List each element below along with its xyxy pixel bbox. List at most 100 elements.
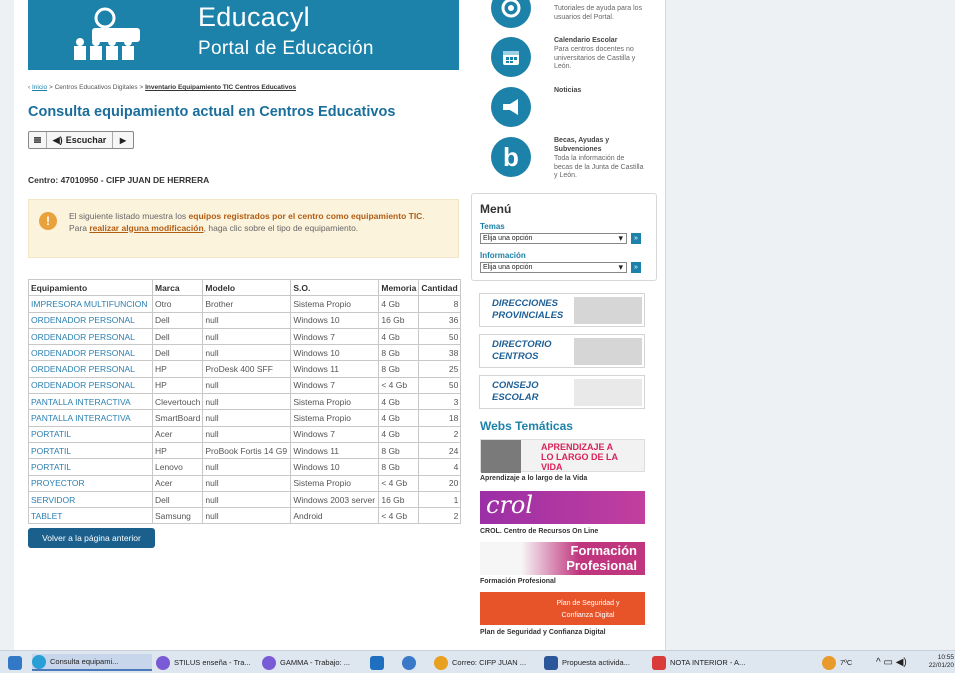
cell-memoria: 4 Gb <box>378 409 420 427</box>
people-image <box>574 379 642 406</box>
table-row[interactable]: PANTALLA INTERACTIVA Clevertouch null Siste… <box>28 393 462 411</box>
banner-consejo-label: CONSEJO ESCOLAR <box>492 380 539 403</box>
breadcrumb-current[interactable]: Inventario Equipamiento TIC Centros Educ… <box>145 84 296 91</box>
taskbar-item-label: Propuesta activida... <box>562 658 630 667</box>
taskbar-item-label: STILUS enseña - Tra... <box>174 658 251 667</box>
web-fp[interactable]: Formación Profesional <box>480 542 645 575</box>
breadcrumb-home[interactable]: Inicio <box>32 84 47 91</box>
play-icon: ▶ <box>119 135 127 145</box>
back-button[interactable]: Volver a la página anterior <box>28 528 155 548</box>
start-button[interactable] <box>8 654 26 671</box>
cell-equipamiento[interactable]: PORTATIL <box>28 425 153 443</box>
cell-marca: Dell <box>151 490 204 509</box>
taskbar-item-correo[interactable]: Correo: CIFP JUAN ... <box>434 654 534 671</box>
taskbar-item-app[interactable] <box>402 654 420 671</box>
cell-memoria: 8 Gb <box>378 458 420 476</box>
portal-banner[interactable]: Educacyl Portal de Educación <box>28 0 459 70</box>
quick-link-title: Noticias <box>554 87 582 94</box>
table-row[interactable]: SERVIDOR Dell null Windows 2003 server 16 Gb… <box>28 490 462 509</box>
info-go-button[interactable]: » <box>631 262 641 273</box>
left-margin <box>0 0 14 650</box>
taskbar-item-label: Consulta equipami... <box>50 657 119 666</box>
right-background <box>665 0 955 650</box>
info-select[interactable]: Elija una opción <box>480 262 627 273</box>
system-tray[interactable]: ^ ▭ ◀) <box>876 654 907 671</box>
banner-consejo[interactable]: CONSEJO ESCOLAR <box>479 375 645 409</box>
cell-marca: Acer <box>151 425 204 443</box>
cell-equipamiento[interactable]: PROYECTOR <box>28 474 153 492</box>
taskbar-item-label: NOTA INTERIOR - A... <box>670 658 746 667</box>
play-button[interactable]: ▶ <box>113 132 133 148</box>
clock[interactable]: 10:55 22/01/20 <box>920 654 954 671</box>
temas-go-button[interactable]: » <box>631 233 641 244</box>
cell-so: Windows 7 <box>290 327 380 346</box>
table-row[interactable]: ORDENADOR PERSONAL Dell null Windows 10 16 G… <box>28 311 462 329</box>
table-row[interactable]: PORTATIL HP ProBook Fortis 14 G9 Windows 11… <box>28 441 462 460</box>
table-row[interactable]: TABLET Samsung null Android < 4 Gb 2 <box>28 507 462 525</box>
chrome-icon <box>434 655 448 670</box>
web-crol[interactable]: crol <box>480 491 645 524</box>
header-cantidad: Cantidad <box>418 278 462 297</box>
taskbar-item-mail[interactable] <box>370 654 388 671</box>
web-seguridad[interactable]: Plan de Seguridad y Confianza Digital <box>480 592 645 625</box>
taskbar-item-stilus[interactable]: STILUS enseña - Tra... <box>156 654 256 671</box>
browser-icon <box>32 654 46 669</box>
taskbar-item-pdf[interactable]: NOTA INTERIOR - A... <box>652 654 752 671</box>
table-row[interactable]: ORDENADOR PERSONAL Dell null Windows 10 8 Gb… <box>28 344 462 362</box>
cell-equipamiento[interactable]: ORDENADOR PERSONAL <box>28 360 153 378</box>
cell-equipamiento[interactable]: ORDENADOR PERSONAL <box>28 344 153 362</box>
cell-equipamiento[interactable]: ORDENADOR PERSONAL <box>28 311 153 329</box>
cell-marca: SmartBoard <box>151 409 204 427</box>
cell-so: Windows 11 <box>290 441 380 460</box>
cell-equipamiento[interactable]: PANTALLA INTERACTIVA <box>28 393 153 411</box>
cell-equipamiento[interactable]: PORTATIL <box>28 441 153 460</box>
cell-modelo: ProDesk 400 SFF <box>202 360 292 378</box>
table-row[interactable]: IMPRESORA MULTIFUNCION Otro Brother Sistema… <box>28 295 462 313</box>
notice-modify-link[interactable]: realizar alguna modificación <box>89 223 203 233</box>
cell-so: Windows 10 <box>290 311 380 329</box>
banner-direcciones[interactable]: DIRECCIONES PROVINCIALES <box>479 293 645 327</box>
taskbar-item-chrome[interactable]: Consulta equipami... <box>32 654 152 671</box>
cell-equipamiento[interactable]: PANTALLA INTERACTIVA <box>28 409 153 427</box>
notice-highlight: equipos registrados por el centro como e… <box>188 211 423 221</box>
menu-button[interactable] <box>29 132 47 148</box>
clock-time: 10:55 <box>937 654 954 661</box>
cell-memoria: 8 Gb <box>378 441 420 460</box>
listen-button[interactable]: ◀) Escuchar <box>47 132 113 148</box>
header-so: S.O. <box>290 278 380 297</box>
cell-equipamiento[interactable]: ORDENADOR PERSONAL <box>28 327 153 346</box>
table-row[interactable]: ORDENADOR PERSONAL Dell null Windows 74 Gb 5… <box>28 327 462 346</box>
notice-text-1: El siguiente listado muestra los <box>69 211 189 221</box>
educacyl-logo-icon <box>74 7 140 60</box>
banner-direcciones-label: DIRECCIONES PROVINCIALES <box>492 298 564 321</box>
temas-select[interactable]: Elija una opción <box>480 233 627 244</box>
cell-cantidad: 25 <box>418 360 462 378</box>
cell-equipamiento[interactable]: PORTATIL <box>28 458 153 476</box>
cell-equipamiento[interactable]: SERVIDOR <box>28 490 153 509</box>
table-row[interactable]: PROYECTOR Acer null Sistema Propio < 4 Gb 20 <box>28 474 462 492</box>
web-crol-caption: CROL. Centro de Recursos On Line <box>480 528 599 535</box>
table-row[interactable]: PANTALLA INTERACTIVA SmartBoard null Sistem… <box>28 409 462 427</box>
table-row[interactable]: PORTATIL Acer null Windows 74 Gb 2 <box>28 425 462 443</box>
readspeaker-toolbar: ◀) Escuchar ▶ <box>28 131 134 149</box>
cell-marca: HP <box>151 376 204 395</box>
cell-modelo: null <box>202 425 292 443</box>
taskbar-item-word[interactable]: Propuesta activida... <box>544 654 644 671</box>
cell-equipamiento[interactable]: ORDENADOR PERSONAL <box>28 376 153 395</box>
cell-equipamiento[interactable]: IMPRESORA MULTIFUNCION <box>28 295 153 313</box>
table-row[interactable]: ORDENADOR PERSONAL HP ProDesk 400 SFF Windo… <box>28 360 462 378</box>
web-aprendizaje[interactable]: APRENDIZAJE A LO LARGO DE LA VIDA <box>480 439 645 473</box>
cell-memoria: < 4 Gb <box>378 376 420 395</box>
breadcrumb-middle[interactable]: > Centros Educativos Digitales > <box>47 84 145 91</box>
page-title: Consulta equipamiento actual en Centros … <box>28 104 396 120</box>
banner-directorio[interactable]: DIRECTORIO CENTROS <box>479 334 645 368</box>
table-row[interactable]: PORTATIL Lenovo null Windows 10 8 Gb 4 <box>28 458 462 476</box>
table-row[interactable]: ORDENADOR PERSONAL HP null Windows 7 < 4 Gb 5… <box>28 376 462 395</box>
taskbar-item-gamma[interactable]: GAMMA - Trabajo: ... <box>262 654 362 671</box>
menu-title: Menú <box>480 202 512 216</box>
cell-equipamiento[interactable]: TABLET <box>28 507 153 525</box>
weather-widget[interactable]: 7ºC <box>822 654 852 671</box>
notice-text: El siguiente listado muestra los equipos… <box>69 211 439 234</box>
cell-marca: Dell <box>151 311 204 329</box>
cell-marca: HP <box>151 441 204 460</box>
